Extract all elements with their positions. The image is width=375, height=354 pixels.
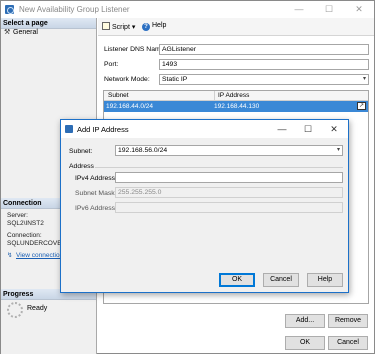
view-connection-link[interactable]: View connection — [16, 252, 63, 259]
dialog-maximize-button[interactable]: ☐ — [295, 120, 321, 138]
title-bar: New Availability Group Listener — ☐ ✕ — [1, 1, 374, 18]
ipv4-label: IPv4 Address: — [75, 175, 117, 182]
address-group-divider — [95, 167, 343, 168]
port-field[interactable]: 1493 — [159, 59, 369, 70]
progress-spinner-icon — [7, 302, 23, 318]
ok-button[interactable]: OK — [285, 336, 325, 350]
edit-row-icon[interactable]: ↗ — [357, 102, 366, 110]
add-ip-dialog: Add IP Address — ☐ ✕ Subnet: 192.168.56.… — [60, 119, 349, 293]
table-row[interactable]: 192.168.44.0/24 192.168.44.130 ↗ — [104, 101, 368, 112]
wrench-icon: ⚒ — [4, 29, 11, 36]
dialog-cancel-button[interactable]: Cancel — [263, 273, 299, 287]
address-group-label: Address — [69, 163, 94, 170]
page-item-label: General — [13, 29, 38, 36]
dialog-ok-button[interactable]: OK — [219, 273, 255, 287]
ipv4-field[interactable] — [115, 172, 343, 183]
toolbar: Script ▾ ? Help — [98, 18, 374, 36]
script-button[interactable]: Script ▾ — [102, 22, 135, 31]
view-properties-icon: ↯ — [7, 252, 13, 259]
dialog-title-bar: Add IP Address — ☐ ✕ — [61, 120, 348, 138]
grid-header-subnet[interactable]: Subnet — [108, 92, 129, 99]
dns-name-label: Listener DNS Name: — [104, 46, 167, 53]
dns-name-field[interactable]: AGListener — [159, 44, 369, 55]
row-subnet: 192.168.44.0/24 — [106, 103, 153, 110]
progress-status: Ready — [27, 305, 48, 312]
dialog-help-button[interactable]: Help — [307, 273, 343, 287]
page-item-general[interactable]: ⚒ General — [4, 29, 38, 36]
port-label: Port: — [104, 61, 119, 68]
chevron-down-icon: ▾ — [336, 147, 340, 153]
minimize-button[interactable]: — — [284, 1, 314, 18]
select-page-header: Select a page — [1, 18, 96, 29]
dialog-title: Add IP Address — [77, 125, 129, 134]
cancel-button[interactable]: Cancel — [328, 336, 368, 350]
network-mode-value: Static IP — [162, 76, 188, 83]
ipv6-field — [115, 202, 343, 213]
app-icon — [5, 5, 14, 14]
subnet-mask-label: Subnet Mask: — [75, 190, 117, 197]
dialog-app-icon — [65, 125, 73, 133]
script-label: Script — [112, 24, 130, 31]
help-button[interactable]: ? Help — [142, 22, 166, 31]
help-label: Help — [152, 22, 167, 29]
ipv6-label: IPv6 Address: — [75, 205, 117, 212]
chevron-down-icon[interactable]: ▾ — [132, 24, 136, 31]
dialog-body: Subnet: 192.168.56.0/24 ▾ Address IPv4 A… — [61, 138, 348, 292]
dialog-minimize-button[interactable]: — — [269, 120, 295, 138]
grid-header-ip[interactable]: IP Address — [214, 91, 249, 101]
window-title: New Availability Group Listener — [19, 5, 130, 14]
grid-header: Subnet IP Address — [104, 91, 368, 101]
maximize-button[interactable]: ☐ — [314, 1, 344, 18]
row-ip: 192.168.44.130 — [214, 103, 260, 110]
subnet-select[interactable]: 192.168.56.0/24 ▾ — [115, 145, 343, 156]
network-mode-select[interactable]: Static IP ▾ — [159, 74, 369, 85]
help-icon: ? — [142, 23, 150, 31]
subnet-mask-field: 255.255.255.0 — [115, 187, 343, 198]
script-icon — [102, 22, 110, 30]
close-button[interactable]: ✕ — [344, 1, 374, 18]
remove-button[interactable]: Remove — [328, 314, 368, 328]
subnet-label: Subnet: — [69, 148, 93, 155]
add-button[interactable]: Add... — [285, 314, 325, 328]
network-mode-label: Network Mode: — [104, 76, 150, 83]
chevron-down-icon: ▾ — [362, 76, 366, 82]
subnet-value: 192.168.56.0/24 — [118, 147, 168, 154]
dialog-close-button[interactable]: ✕ — [321, 120, 347, 138]
